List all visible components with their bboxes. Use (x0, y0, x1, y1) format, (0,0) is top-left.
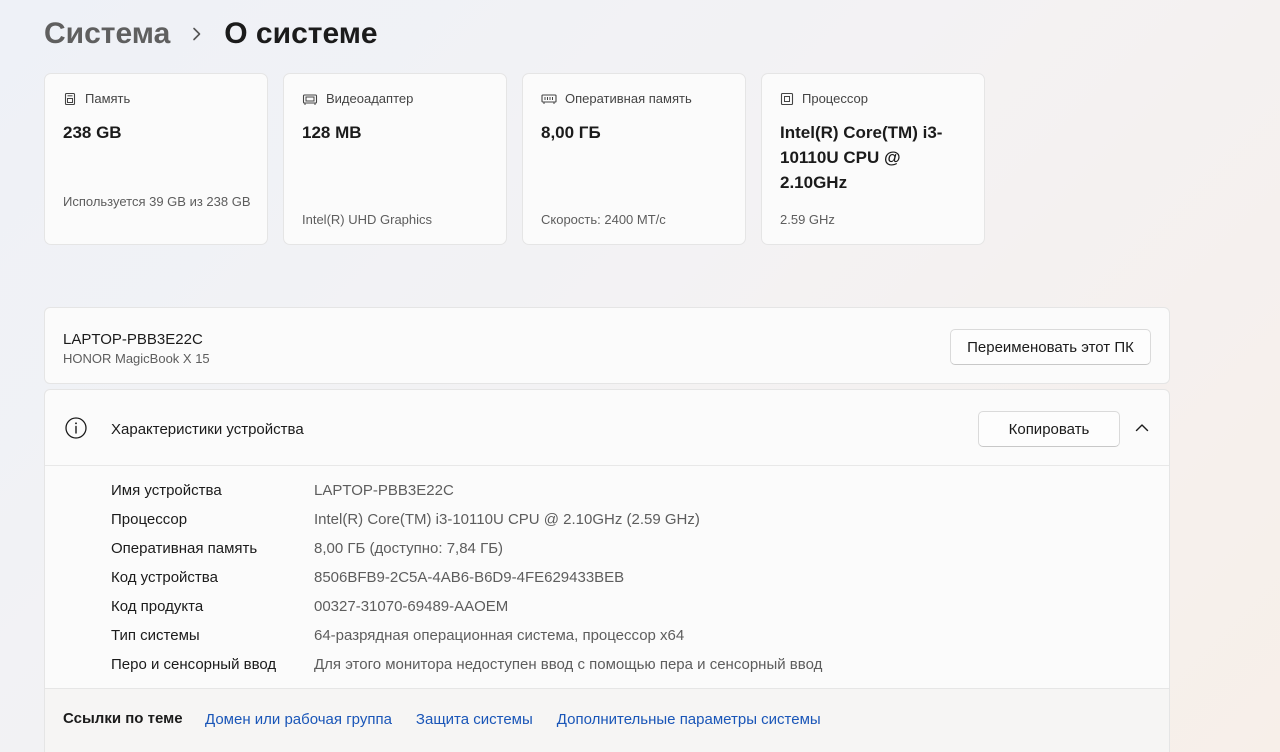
device-specs-title: Характеристики устройства (111, 421, 304, 438)
related-links-bar: Ссылки по теме Домен или рабочая группа … (45, 688, 1169, 752)
card-value: Intel(R) Core(TM) i3-10110U CPU @ 2.10GH… (780, 123, 943, 192)
gpu-card: Видеоадаптер 128 MB Intel(R) UHD Graphic… (283, 73, 507, 245)
card-subtext: Intel(R) UHD Graphics (302, 212, 433, 227)
copy-button[interactable]: Копировать (978, 411, 1120, 447)
spec-row: Тип системы 64-разрядная операционная си… (111, 621, 822, 650)
related-links-title: Ссылки по теме (63, 710, 183, 727)
spec-value: 8,00 ГБ (доступно: 7,84 ГБ) (314, 540, 504, 557)
spec-value: 00327-31070-69489-AAOEM (314, 598, 509, 615)
domain-workgroup-link[interactable]: Домен или рабочая группа (205, 711, 392, 728)
spec-label: Код продукта (111, 598, 204, 615)
card-title: Память (85, 91, 131, 106)
rename-pc-button[interactable]: Переименовать этот ПК (950, 329, 1151, 365)
spec-row: Имя устройства LAPTOP-PBB3E22C (111, 476, 822, 505)
card-subtext: 2.59 GHz (780, 212, 835, 227)
system-protection-link[interactable]: Защита системы (416, 711, 533, 728)
spec-value: Для этого монитора недоступен ввод с пом… (314, 656, 823, 673)
storage-card: Память 238 GB Используется 39 GB из 238 … (44, 73, 268, 245)
summary-cards: Память 238 GB Используется 39 GB из 238 … (44, 73, 985, 245)
spec-value: Intel(R) Core(TM) i3-10110U CPU @ 2.10GH… (314, 511, 700, 528)
device-specs-list: Имя устройства LAPTOP-PBB3E22C Процессор… (111, 476, 822, 679)
info-icon (64, 416, 88, 440)
card-title: Оперативная память (565, 91, 692, 106)
card-subtext: Скорость: 2400 МТ/с (541, 212, 666, 227)
page-title: О системе (224, 17, 378, 50)
spec-row: Код устройства 8506BFB9-2C5A-4AB6-B6D9-4… (111, 563, 822, 592)
spec-row: Перо и сенсорный ввод Для этого монитора… (111, 650, 822, 679)
related-links: Домен или рабочая группа Защита системы … (205, 711, 821, 728)
cpu-card: Процессор Intel(R) Core(TM) i3-10110U CP… (761, 73, 985, 245)
spec-value: LAPTOP-PBB3E22C (314, 482, 454, 499)
spec-label: Код устройства (111, 569, 218, 586)
ram-icon (541, 93, 557, 105)
chevron-up-icon[interactable] (1133, 419, 1151, 437)
card-header: Видеоадаптер (302, 91, 413, 106)
card-value: 8,00 ГБ (541, 123, 601, 142)
spec-label: Процессор (111, 511, 188, 528)
card-header: Оперативная память (541, 91, 692, 106)
device-specs-section: Характеристики устройства Копировать Имя… (44, 389, 1170, 752)
card-title: Процессор (802, 91, 868, 106)
card-value: 128 MB (302, 123, 362, 142)
spec-label: Имя устройства (111, 482, 222, 499)
card-title: Видеоадаптер (326, 91, 414, 106)
spec-label: Оперативная память (111, 540, 258, 557)
pc-name: LAPTOP-PBB3E22C (63, 331, 203, 348)
breadcrumb-parent[interactable]: Система (44, 17, 170, 51)
chevron-right-icon (188, 25, 206, 43)
card-subtext: Используется 39 GB из 238 GB (63, 194, 251, 209)
spec-row: Процессор Intel(R) Core(TM) i3-10110U CP… (111, 505, 822, 534)
device-specs-header[interactable]: Характеристики устройства Копировать (45, 390, 1169, 466)
breadcrumb: Система О системе (44, 14, 378, 54)
spec-row: Код продукта 00327-31070-69489-AAOEM (111, 592, 822, 621)
cpu-icon (780, 92, 794, 106)
card-header: Процессор (780, 91, 868, 106)
pc-model: HONOR MagicBook X 15 (63, 351, 210, 366)
ram-card: Оперативная память 8,00 ГБ Скорость: 240… (522, 73, 746, 245)
storage-icon (63, 92, 77, 106)
card-value: 238 GB (63, 123, 122, 142)
card-header: Память (63, 91, 130, 106)
gpu-icon (302, 92, 318, 106)
advanced-system-settings-link[interactable]: Дополнительные параметры системы (557, 711, 821, 728)
spec-value: 64-разрядная операционная система, проце… (314, 627, 685, 644)
spec-row: Оперативная память 8,00 ГБ (доступно: 7,… (111, 534, 822, 563)
spec-label: Тип системы (111, 627, 200, 644)
spec-value: 8506BFB9-2C5A-4AB6-B6D9-4FE629433BEB (314, 569, 625, 586)
spec-label: Перо и сенсорный ввод (111, 656, 277, 673)
pc-name-card: LAPTOP-PBB3E22C HONOR MagicBook X 15 Пер… (44, 307, 1170, 384)
